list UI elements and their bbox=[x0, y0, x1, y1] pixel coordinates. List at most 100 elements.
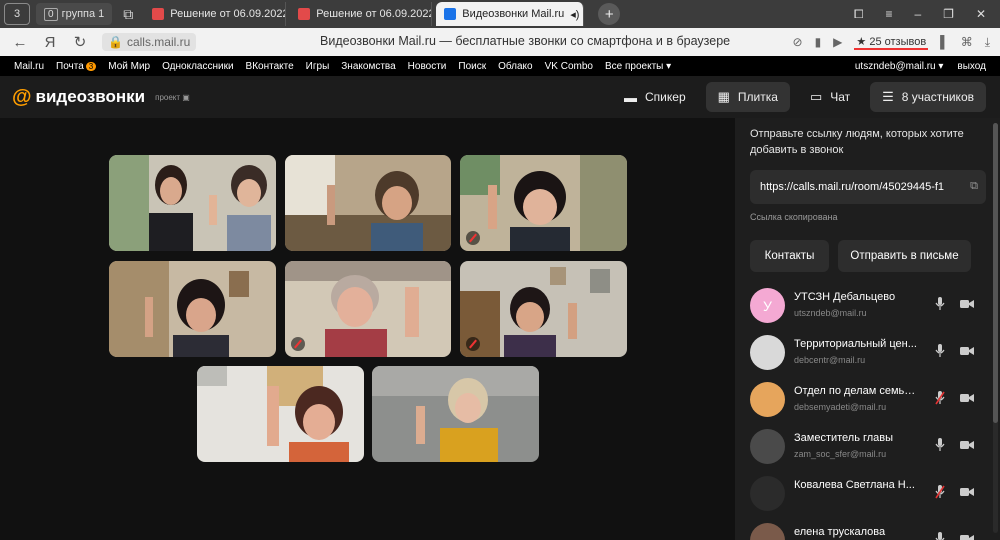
new-tab-group-icon[interactable]: ⧉ bbox=[116, 3, 140, 25]
user-menu[interactable]: utszndeb@mail.ru ▾ bbox=[855, 61, 944, 72]
logout-link[interactable]: выход bbox=[957, 61, 986, 72]
camera-icon[interactable] bbox=[960, 298, 974, 310]
tab-counter-button[interactable]: 3 bbox=[4, 3, 30, 25]
close-window-icon[interactable]: ✕ bbox=[976, 7, 986, 22]
participant-name: елена трускалова bbox=[794, 526, 886, 538]
participant-item[interactable]: Заместитель главы zam_soc_sfer@mail.ru bbox=[735, 424, 1000, 470]
portal-link-dating[interactable]: Знакомства bbox=[341, 61, 395, 72]
lock-icon: 🔒 bbox=[108, 35, 123, 49]
camera-icon[interactable] bbox=[960, 345, 974, 357]
participant-item[interactable]: Отдел по делам семьи ... debsemyadeti@mai… bbox=[735, 377, 1000, 423]
app-logo[interactable]: @ видеозвонки проект ▣ bbox=[12, 86, 190, 109]
tab-group-count: 0 bbox=[44, 7, 58, 21]
copy-icon[interactable]: ⧉ bbox=[967, 180, 978, 193]
portal-link-mailru[interactable]: Mail.ru bbox=[14, 61, 44, 72]
list-icon: ☰ bbox=[882, 89, 894, 104]
video-feed bbox=[372, 366, 539, 462]
participant-name: УТСЗН Дебальцево bbox=[794, 291, 896, 303]
video-tile[interactable] bbox=[460, 155, 627, 251]
avatar bbox=[750, 382, 785, 417]
tile-view-label: Плитка bbox=[737, 90, 778, 104]
reload-icon[interactable]: ↻ bbox=[70, 33, 90, 51]
avatar bbox=[750, 429, 785, 464]
contacts-button[interactable]: Контакты bbox=[750, 240, 829, 272]
participant-name: Отдел по делам семьи ... bbox=[794, 385, 919, 397]
mic-icon[interactable] bbox=[935, 532, 945, 540]
video-tile[interactable] bbox=[285, 155, 451, 251]
participant-item[interactable]: елена трускалова bbox=[735, 518, 1000, 540]
participant-name: Заместитель главы bbox=[794, 432, 894, 444]
video-tile[interactable] bbox=[109, 155, 276, 251]
video-permission-icon[interactable]: ▶ bbox=[833, 35, 842, 49]
participants-sidebar: Отправьте ссылку людям, которых хотите д… bbox=[735, 118, 1000, 540]
portal-link-label: Почта bbox=[56, 60, 84, 72]
portal-link-ok[interactable]: Одноклассники bbox=[162, 61, 233, 72]
browser-tab[interactable]: Решение от 06.09.2022 № bbox=[290, 2, 433, 26]
participant-email: zam_soc_sfer@mail.ru bbox=[794, 449, 887, 459]
browser-tab-active[interactable]: Видеозвонки Mail.ru◂)✕ bbox=[436, 2, 585, 26]
tile-view-button[interactable]: ▦ Плитка bbox=[705, 82, 790, 112]
download-icon[interactable]: ⤓ bbox=[985, 35, 990, 50]
invite-link-text: https://calls.mail.ru/room/45029445-f1 bbox=[760, 181, 945, 193]
participant-item[interactable]: Ковалева Светлана Н... bbox=[735, 471, 1000, 517]
portal-link-news[interactable]: Новости bbox=[408, 61, 447, 72]
portal-link-games[interactable]: Игры bbox=[306, 61, 330, 72]
mic-off-icon bbox=[466, 231, 480, 245]
tab-group-label: группа 1 bbox=[61, 8, 105, 20]
mic-muted-icon[interactable] bbox=[935, 391, 945, 405]
participant-item[interactable]: Территориальный цен... debcentr@mail.ru bbox=[735, 330, 1000, 376]
tab-title: Решение от 06.09.2022 № bbox=[170, 8, 287, 20]
new-tab-button[interactable]: + bbox=[598, 3, 621, 25]
scrollbar-thumb[interactable] bbox=[993, 123, 998, 423]
portal-link-mail[interactable]: Почта 3 bbox=[56, 60, 97, 72]
avatar bbox=[750, 523, 785, 540]
participants-button[interactable]: ☰ 8 участников bbox=[870, 82, 986, 112]
extensions-icon[interactable]: ⌘ bbox=[961, 35, 973, 49]
mic-icon[interactable] bbox=[935, 344, 945, 358]
send-email-button[interactable]: Отправить в письме bbox=[838, 240, 971, 272]
portal-link-moimir[interactable]: Мой Мир bbox=[108, 61, 150, 72]
video-tile[interactable] bbox=[285, 261, 451, 357]
invite-link-field[interactable]: https://calls.mail.ru/room/45029445-f1 ⧉ bbox=[750, 170, 986, 204]
bookmark-icon[interactable]: ▌ bbox=[940, 35, 949, 49]
minimize-icon[interactable]: – bbox=[914, 7, 921, 22]
video-feed bbox=[460, 155, 627, 251]
avatar: У bbox=[750, 288, 785, 323]
speaker-view-button[interactable]: ▬ Спикер bbox=[612, 82, 698, 112]
participant-item[interactable]: У УТСЗН Дебальцево utszndeb@mail.ru bbox=[735, 283, 1000, 329]
camera-permission-icon[interactable]: ⊘ bbox=[793, 35, 803, 49]
yandex-icon[interactable]: Я bbox=[40, 34, 60, 51]
portal-link-vkcombo[interactable]: VK Combo bbox=[545, 61, 593, 72]
portal-link-all-projects[interactable]: Все проекты ▾ bbox=[605, 61, 671, 72]
video-feed bbox=[197, 366, 364, 462]
camera-icon[interactable] bbox=[960, 533, 974, 540]
participant-email: utszndeb@mail.ru bbox=[794, 308, 867, 318]
browser-tab[interactable]: Решение от 06.09.2022 № bbox=[144, 2, 287, 26]
video-tile[interactable] bbox=[109, 261, 276, 357]
mic-muted-icon[interactable] bbox=[935, 485, 945, 499]
url-field[interactable]: 🔒 calls.mail.ru bbox=[102, 33, 197, 51]
bookmarks-icon[interactable]: ⧠ bbox=[854, 7, 864, 22]
reviews-link[interactable]: ★ 25 отзывов bbox=[854, 35, 929, 50]
chat-button[interactable]: ▭ Чат bbox=[798, 82, 862, 112]
portal-link-search[interactable]: Поиск bbox=[458, 61, 486, 72]
mic-icon[interactable] bbox=[935, 438, 945, 452]
tab-group[interactable]: 0 группа 1 bbox=[36, 3, 113, 25]
camera-icon[interactable] bbox=[960, 392, 974, 404]
mic-permission-icon[interactable]: ▮ bbox=[815, 35, 822, 49]
grid-icon: ▦ bbox=[717, 89, 730, 104]
at-logo-icon: @ bbox=[12, 85, 32, 108]
portal-link-cloud[interactable]: Облако bbox=[498, 61, 533, 72]
back-icon[interactable]: ← bbox=[10, 34, 30, 51]
camera-icon[interactable] bbox=[960, 486, 974, 498]
video-tile[interactable] bbox=[372, 366, 539, 462]
portal-link-vk[interactable]: ВКонтакте bbox=[246, 61, 294, 72]
video-tile[interactable] bbox=[197, 366, 364, 462]
maximize-icon[interactable]: ❐ bbox=[943, 7, 954, 22]
camera-icon[interactable] bbox=[960, 439, 974, 451]
video-grid bbox=[0, 118, 735, 540]
menu-icon[interactable]: ≡ bbox=[885, 7, 892, 22]
video-tile[interactable] bbox=[460, 261, 627, 357]
mic-icon[interactable] bbox=[935, 297, 945, 311]
url-text: calls.mail.ru bbox=[126, 35, 191, 49]
